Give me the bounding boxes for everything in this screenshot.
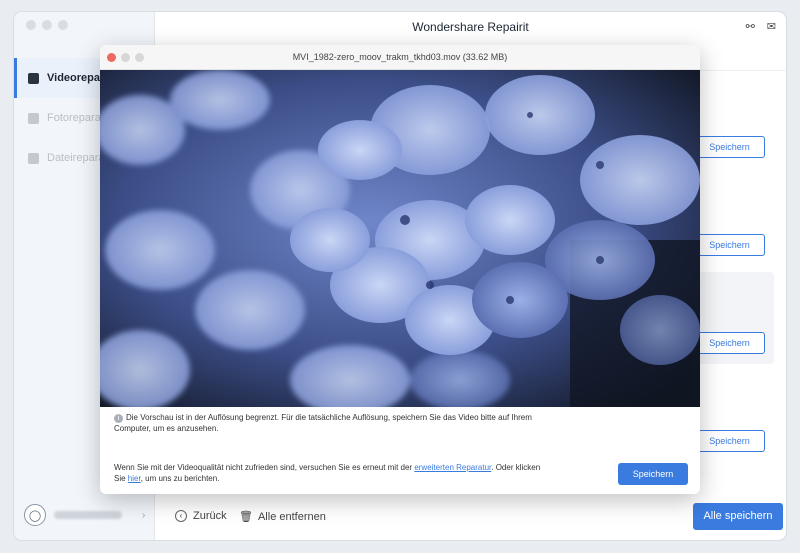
row-save-button[interactable]: Speichern [694,234,765,256]
row-save-button[interactable]: Speichern [694,332,765,354]
minimize-button[interactable] [42,20,52,30]
report-link[interactable]: hier [128,474,141,483]
back-label: Zurück [193,510,227,522]
video-icon [28,72,39,84]
chevron-right-icon[interactable]: › [142,510,145,521]
mail-icon[interactable]: ✉ [767,20,776,33]
quality-text-post: , um uns zu berichten. [140,474,220,483]
row-save-button[interactable]: Speichern [694,136,765,158]
save-all-button[interactable]: Alle speichern [693,503,783,530]
back-button[interactable]: ‹ Zurück [175,510,227,522]
headset-icon[interactable]: ⚯ [746,20,755,33]
preview-note: i Die Vorschau ist in der Auflösung begre… [114,412,554,434]
user-icon: ◯ [24,504,46,526]
user-name-blurred [54,511,122,519]
close-button[interactable] [26,20,36,30]
dialog-titlebar: MVI_1982-zero_moov_trakm_tkhd03.mov (33.… [100,45,700,70]
advanced-repair-link[interactable]: erweiterten Reparatur [414,463,491,472]
dialog-minimize-button[interactable] [121,53,130,62]
window-controls [26,20,68,30]
back-icon: ‹ [175,510,187,522]
dialog-close-button[interactable] [107,53,116,62]
user-account[interactable]: ◯ [24,504,122,526]
bottom-bar: ‹ Zurück 🗑 Alle entfernen Alle speichern [155,500,786,540]
dialog-window-controls [107,53,144,62]
info-icon: i [114,414,123,423]
dialog-maximize-button[interactable] [135,53,144,62]
dialog-title: MVI_1982-zero_moov_trakm_tkhd03.mov (33.… [292,52,508,62]
quality-message: Wenn Sie mit der Videoqualität nicht zuf… [114,462,544,484]
trash-icon: 🗑 [239,511,253,523]
maximize-button[interactable] [58,20,68,30]
remove-all-button[interactable]: 🗑 Alle entfernen [239,510,326,524]
top-icons: ⚯ ✉ [746,20,776,33]
hydrangea-image [100,70,700,407]
remove-label: Alle entfernen [257,510,326,523]
row-save-button[interactable]: Speichern [694,430,765,452]
photo-icon [28,112,39,124]
quality-text-pre: Wenn Sie mit der Videoqualität nicht zuf… [114,463,415,472]
video-preview[interactable] [100,70,700,407]
dialog-save-button[interactable]: Speichern [618,463,688,485]
file-icon [28,152,39,164]
app-title: Wondershare Repairit [412,20,529,34]
preview-note-text: Die Vorschau ist in der Auflösung begren… [114,413,532,433]
preview-dialog: MVI_1982-zero_moov_trakm_tkhd03.mov (33.… [100,45,700,494]
